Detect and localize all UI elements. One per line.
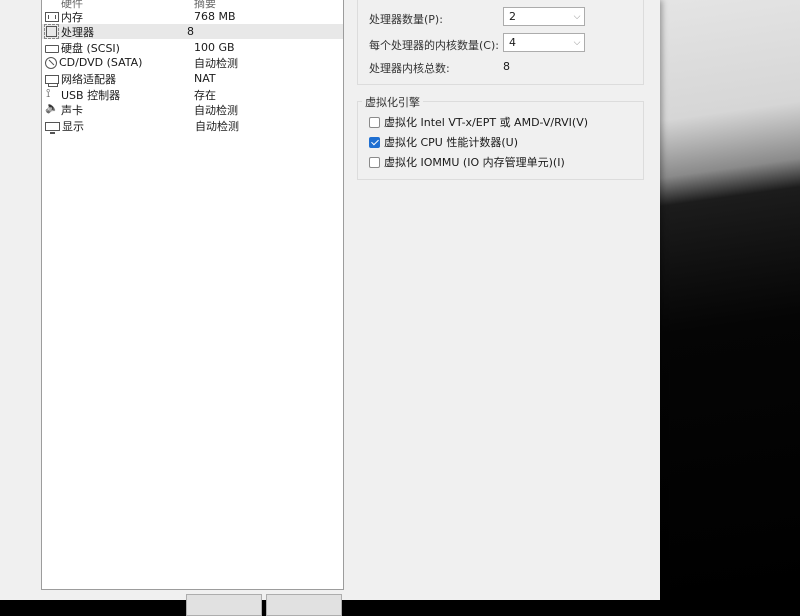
device-summary: 自动检测 <box>194 103 238 117</box>
device-summary: 768 MB <box>194 10 236 23</box>
checkbox-unchecked-icon <box>369 116 380 128</box>
device-summary: 存在 <box>194 88 216 102</box>
device-row-sound-card[interactable]: 声卡 自动检测 <box>42 102 343 117</box>
processor-count-select[interactable]: 2 ⌵ <box>503 7 585 26</box>
blank-icon <box>45 0 59 9</box>
virtualize-vtx-checkbox[interactable]: 虚拟化 Intel VT-x/EPT 或 AMD-V/RVI(V) <box>369 114 588 130</box>
device-summary: NAT <box>194 72 216 85</box>
total-cores-value: 8 <box>503 60 510 73</box>
device-row-network-adapter[interactable]: 网络适配器 NAT <box>42 71 343 87</box>
total-cores-label: 处理器内核总数: <box>369 62 450 75</box>
device-name: 显示 <box>62 119 84 133</box>
device-row-cd-dvd[interactable]: CD/DVD (SATA) 自动检测 <box>42 55 343 70</box>
virtualize-iommu-label: 虚拟化 IOMMU (IO 内存管理单元)(I) <box>384 156 565 169</box>
remove-device-button[interactable] <box>266 594 342 616</box>
device-row-memory[interactable]: 内存 768 MB <box>42 9 343 24</box>
processor-count-value: 2 <box>509 10 516 23</box>
virtualize-cpu-counters-checkbox[interactable]: 虚拟化 CPU 性能计数器(U) <box>369 134 518 150</box>
cores-per-processor-label: 每个处理器的内核数量(C): <box>369 39 499 52</box>
device-summary: 8 <box>187 25 194 38</box>
device-summary: 自动检测 <box>194 56 238 70</box>
device-summary: 100 GB <box>194 41 235 54</box>
virtual-machine-settings-window: 硬件 摘要 内存 768 MB 处理器 8 硬盘 (SCSI) 100 GB C… <box>0 0 660 616</box>
cd-dvd-icon <box>45 56 57 69</box>
device-name: CD/DVD (SATA) <box>59 56 143 69</box>
chevron-down-icon: ⌵ <box>573 37 581 48</box>
device-name: 内存 <box>61 10 83 24</box>
checkbox-checked-icon <box>369 136 380 148</box>
device-name: 处理器 <box>61 25 94 39</box>
device-name: 声卡 <box>61 103 83 117</box>
device-name: 网络适配器 <box>61 72 116 86</box>
checkbox-unchecked-icon <box>369 156 380 168</box>
hard-disk-icon <box>45 45 59 53</box>
virtualize-vtx-label: 虚拟化 Intel VT-x/EPT 或 AMD-V/RVI(V) <box>384 116 589 129</box>
add-device-button[interactable] <box>186 594 262 616</box>
cores-per-processor-select[interactable]: 4 ⌵ <box>503 33 585 52</box>
cores-per-processor-value: 4 <box>509 36 516 49</box>
sound-card-icon <box>45 103 59 116</box>
device-name: 硬盘 (SCSI) <box>61 41 120 55</box>
processor-count-label: 处理器数量(P): <box>369 13 443 26</box>
virtualize-iommu-checkbox[interactable]: 虚拟化 IOMMU (IO 内存管理单元)(I) <box>369 154 565 170</box>
chevron-down-icon: ⌵ <box>573 11 581 22</box>
virtualization-engine-title: 虚拟化引擎 <box>362 94 423 110</box>
usb-icon <box>45 86 59 101</box>
device-summary: 自动检测 <box>195 119 239 133</box>
device-row-display[interactable]: 显示 自动检测 <box>42 118 343 134</box>
virtualize-cpu-counters-label: 虚拟化 CPU 性能计数器(U) <box>384 136 518 149</box>
memory-icon <box>45 12 59 22</box>
hardware-device-list[interactable]: 硬件 摘要 内存 768 MB 处理器 8 硬盘 (SCSI) 100 GB C… <box>41 0 344 590</box>
device-name: USB 控制器 <box>61 88 121 102</box>
device-row-processor[interactable]: 处理器 8 <box>42 24 343 39</box>
device-row-hard-disk[interactable]: 硬盘 (SCSI) 100 GB <box>42 40 343 55</box>
display-icon <box>45 121 60 134</box>
device-row-usb-controller[interactable]: USB 控制器 存在 <box>42 86 343 102</box>
processor-icon <box>44 24 59 39</box>
network-adapter-icon <box>45 75 59 87</box>
